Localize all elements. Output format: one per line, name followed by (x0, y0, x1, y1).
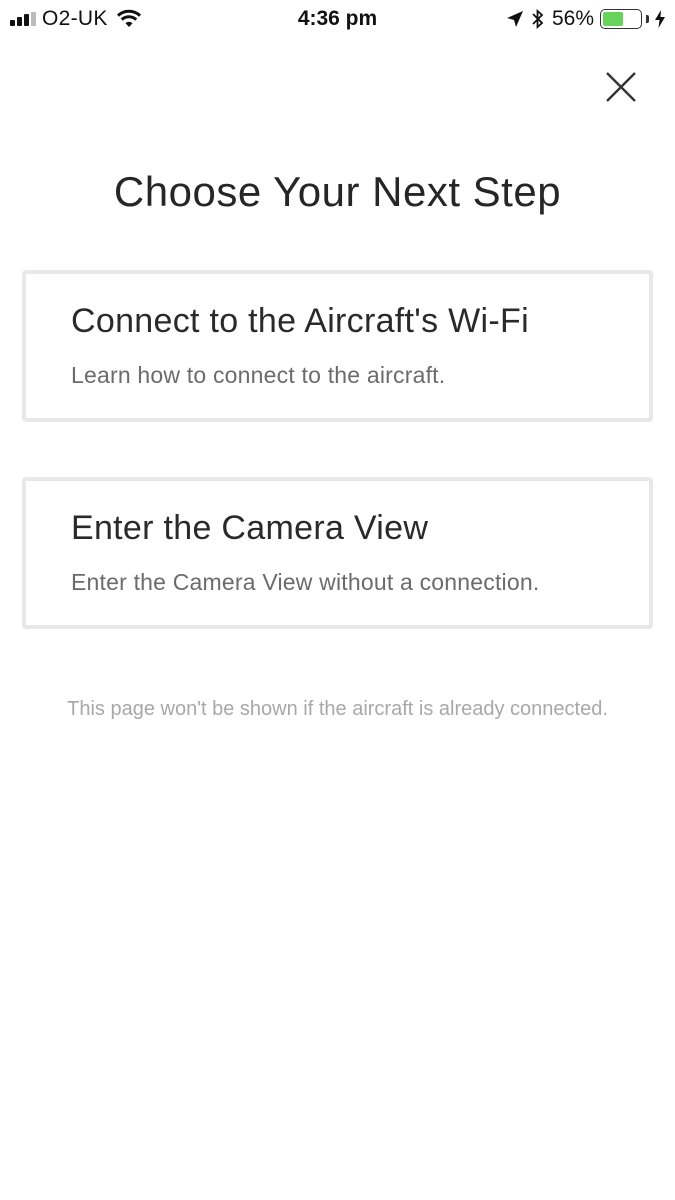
page-title: Choose Your Next Step (113, 168, 562, 215)
connect-wifi-option[interactable]: Connect to the Aircraft's Wi-Fi Learn ho… (22, 270, 653, 422)
footer-note: This page won't be shown if the aircraft… (67, 698, 608, 720)
battery-icon (600, 9, 642, 29)
close-button[interactable] (600, 68, 640, 108)
option-title: Connect to the Aircraft's Wi-Fi (71, 302, 529, 340)
bluetooth-icon (532, 9, 544, 29)
carrier-name: O2-UK (42, 7, 108, 30)
status-bar-right: 56% (506, 7, 665, 31)
option-description: Enter the Camera View without a connecti… (71, 569, 540, 595)
option-description: Learn how to connect to the aircraft. (71, 362, 446, 388)
status-bar: O2-UK 4:36 pm 56% (0, 0, 675, 38)
close-icon (606, 72, 636, 102)
battery-fill (603, 12, 624, 26)
signal-bars-icon (10, 12, 36, 26)
option-title: Enter the Camera View (71, 509, 429, 547)
battery-percent: 56% (551, 7, 594, 30)
status-bar-left: O2-UK (10, 7, 142, 31)
wifi-icon (116, 9, 141, 27)
charging-bolt-icon (655, 10, 665, 28)
status-time: 4:36 pm (297, 7, 378, 30)
enter-camera-view-option[interactable]: Enter the Camera View Enter the Camera V… (22, 477, 653, 629)
location-arrow-icon (506, 11, 523, 27)
battery-tip (646, 15, 649, 23)
choose-next-step-screen: O2-UK 4:36 pm 56% Choose Your Next Step … (0, 0, 675, 1200)
